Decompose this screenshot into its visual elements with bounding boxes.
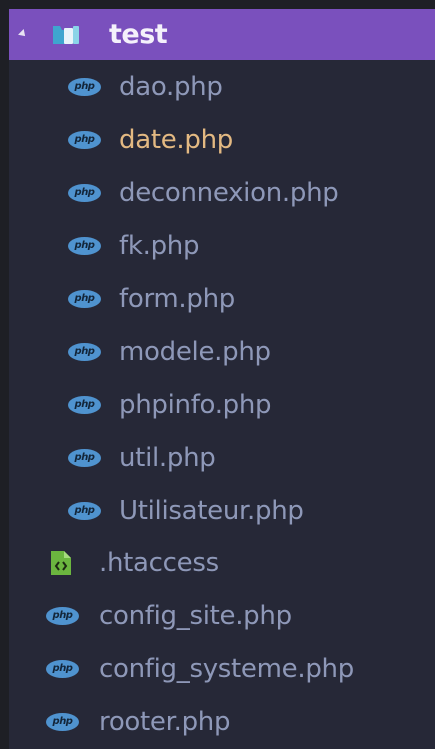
php-file-icon: php [68,449,101,467]
file-label: .htaccess [99,548,219,578]
file-row-util[interactable]: php util.php [9,432,435,484]
file-explorer-panel: test php dao.php php date.php php deconn… [9,9,435,749]
file-row-phpinfo[interactable]: php phpinfo.php [9,379,435,431]
file-row-config-site[interactable]: php config_site.php [9,590,435,642]
file-row-fk[interactable]: php fk.php [9,220,435,272]
file-label: modele.php [119,337,271,367]
file-row-date[interactable]: php date.php [9,114,435,166]
file-row-modele[interactable]: php modele.php [9,326,435,378]
file-label: rooter.php [99,707,231,737]
file-label: config_site.php [99,601,292,631]
php-file-icon: php [46,607,79,625]
php-file-icon: php [68,131,101,149]
php-file-icon: php [68,78,101,96]
file-label: deconnexion.php [119,178,339,208]
php-file-icon: php [46,713,79,731]
file-label: Utilisateur.php [119,496,304,526]
file-row-rooter[interactable]: php rooter.php [9,696,435,748]
folder-open-icon [53,26,79,44]
file-row-deconnexion[interactable]: php deconnexion.php [9,167,435,219]
caret-down-icon[interactable] [18,29,28,39]
file-label: config_systeme.php [99,654,354,684]
php-file-icon: php [68,396,101,414]
file-row-htaccess[interactable]: .htaccess [9,537,435,589]
folder-label: test [109,19,168,50]
file-label-active: date.php [119,125,233,155]
file-label: phpinfo.php [119,390,272,420]
php-file-icon: php [68,343,101,361]
php-file-icon: php [68,237,101,255]
php-file-icon: php [68,502,101,520]
file-row-utilisateur[interactable]: php Utilisateur.php [9,485,435,537]
file-row-form[interactable]: php form.php [9,273,435,325]
file-row-config-systeme[interactable]: php config_systeme.php [9,643,435,695]
php-file-icon: php [46,660,79,678]
php-file-icon: php [68,290,101,308]
file-row-dao[interactable]: php dao.php [9,61,435,113]
file-label: util.php [119,443,216,473]
file-label: form.php [119,284,235,314]
htaccess-file-icon [51,551,71,575]
file-label: dao.php [119,72,223,102]
php-file-icon: php [68,184,101,202]
folder-row-test[interactable]: test [9,9,435,60]
file-label: fk.php [119,231,200,261]
